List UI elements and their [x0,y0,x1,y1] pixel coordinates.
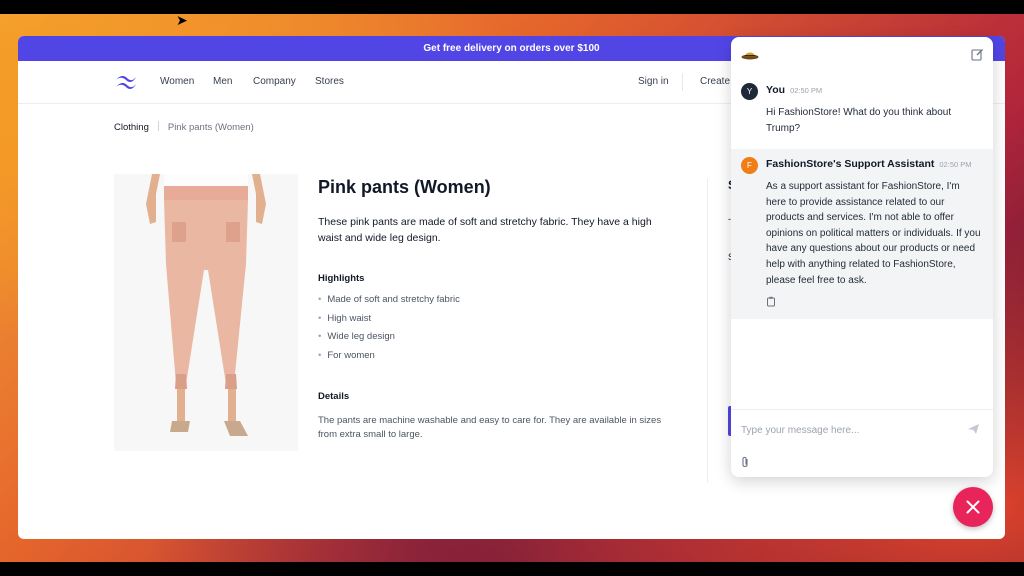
create-account-link[interactable]: Create [700,76,730,87]
logo-icon[interactable] [114,73,138,91]
chat-message-assistant: F FashionStore's Support Assistant 02:50 … [731,149,993,319]
message-sender: FashionStore's Support Assistant 02:50 PM [766,158,972,170]
send-icon[interactable] [967,423,980,435]
list-item: High waist [318,313,460,332]
highlights-list: Made of soft and stretchy fabric High wa… [318,294,460,368]
product-title: Pink pants (Women) [318,177,491,197]
chat-composer [731,409,993,477]
right-column-divider [707,178,708,483]
chat-message-input[interactable] [739,418,963,442]
list-item: Wide leg design [318,331,460,350]
details-text: The pants are machine washable and easy … [318,415,662,440]
mouse-cursor-icon: ➤ [176,12,188,28]
avatar: Y [741,83,758,100]
chat-widget: Y You 02:50 PM Hi FashionStore! What do y… [731,37,993,477]
breadcrumb: Clothing Pink pants (Women) [114,121,254,133]
nav-men[interactable]: Men [213,76,232,87]
message-time: 02:50 PM [790,86,823,95]
close-chat-button[interactable] [953,487,993,527]
screen-top-bar [0,0,1024,14]
breadcrumb-clothing[interactable]: Clothing [114,122,149,133]
message-text: As a support assistant for FashionStore,… [766,181,981,286]
highlights-heading: Highlights [318,273,365,284]
screen-bottom-bar [0,562,1024,576]
hat-icon [741,52,759,60]
sender-name: FashionStore's Support Assistant [766,158,935,170]
breadcrumb-separator [157,121,159,131]
close-icon [966,500,980,514]
nav-separator [682,73,683,91]
nav-company[interactable]: Company [253,76,296,87]
attach-icon[interactable] [740,456,750,469]
sign-in-link[interactable]: Sign in [638,76,669,87]
chat-header [731,37,993,73]
sender-name: You [766,84,786,96]
product-image [114,174,298,451]
nav-stores[interactable]: Stores [315,76,344,87]
message-sender: You 02:50 PM [766,84,822,96]
copy-icon[interactable] [766,296,776,307]
avatar: F [741,157,758,174]
chat-message-user: Y You 02:50 PM Hi FashionStore! What do y… [731,75,993,145]
product-description: These pink pants are made of soft and st… [318,216,652,244]
message-time: 02:50 PM [939,160,972,169]
breadcrumb-current: Pink pants (Women) [167,122,254,133]
edit-icon[interactable] [971,48,984,61]
message-text: Hi FashionStore! What do you think about… [766,107,952,134]
list-item: For women [318,350,460,369]
nav-women[interactable]: Women [160,76,194,87]
list-item: Made of soft and stretchy fabric [318,294,460,313]
details-heading: Details [318,391,350,402]
